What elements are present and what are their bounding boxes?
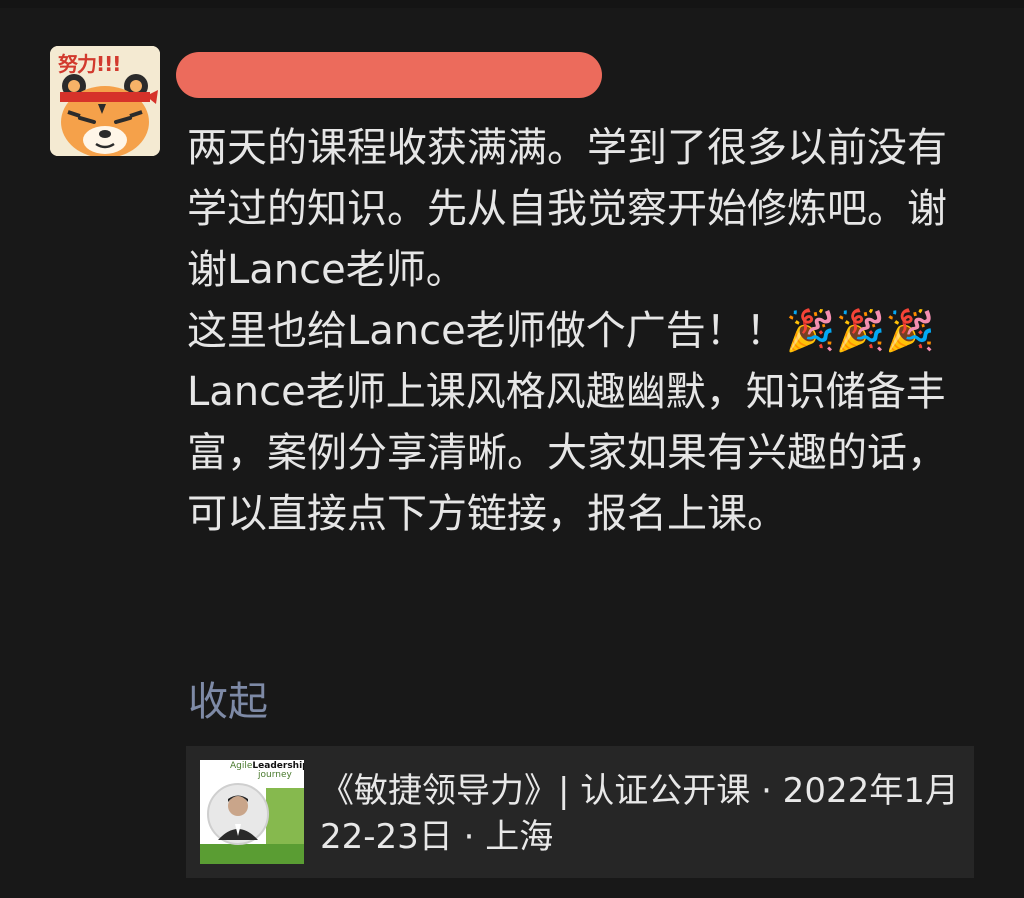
shared-link-card[interactable]: AgileLeadership journey 《敏捷领导力》| 认证公开课 ·…: [186, 746, 974, 878]
avatar-caption: 努力!!!: [58, 52, 121, 76]
collapse-link[interactable]: 收起: [188, 674, 268, 730]
post-body-text: 两天的课程收获满满。学到了很多以前没有学过的知识。先从自我觉察开始修炼吧。谢谢L…: [187, 125, 947, 537]
link-card-title: 《敏捷领导力》| 认证公开课 · 2022年1月22-23日 · 上海: [320, 771, 959, 857]
thumbnail-green-bar: [200, 844, 304, 864]
top-divider: [0, 0, 1024, 8]
redacted-username: [176, 52, 602, 98]
person-photo-icon: [207, 783, 269, 845]
thumbnail-brand: AgileLeadership journey: [230, 761, 304, 780]
avatar[interactable]: 努力!!!: [50, 46, 160, 156]
link-thumbnail: AgileLeadership journey: [200, 760, 304, 864]
thumbnail-green-panel: [266, 788, 304, 844]
